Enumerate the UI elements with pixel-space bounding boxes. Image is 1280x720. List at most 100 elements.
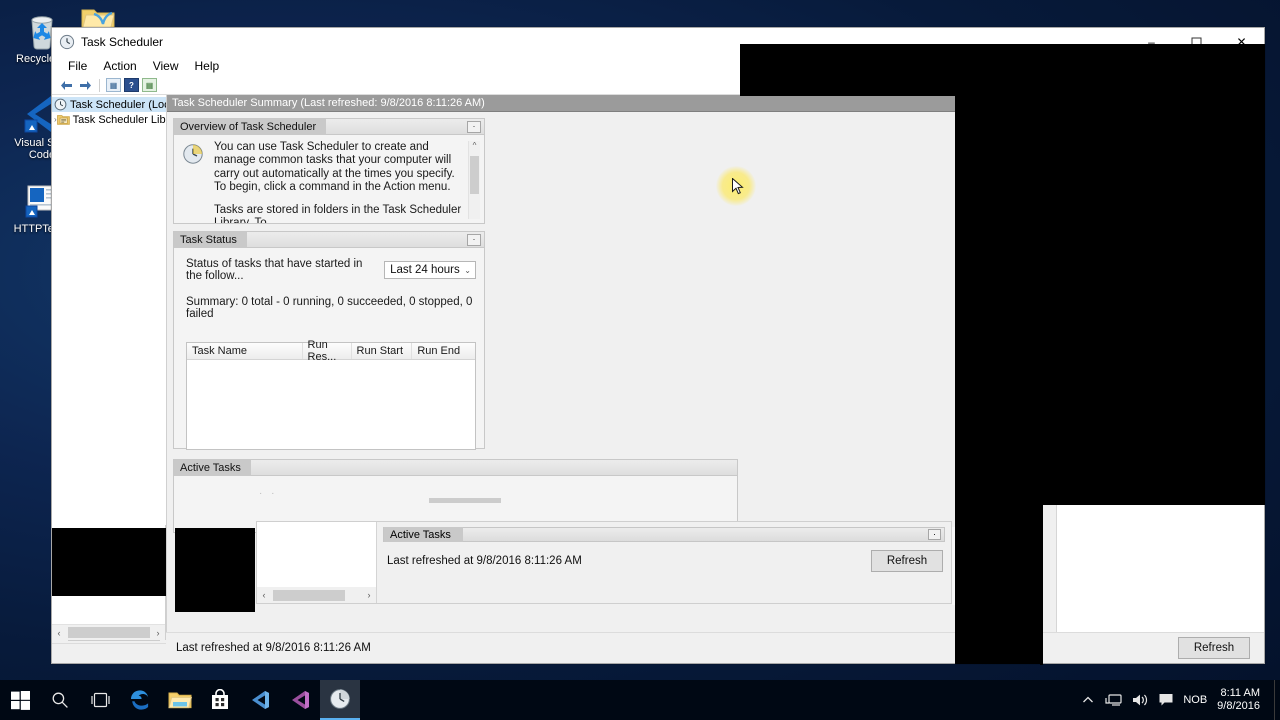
- tree-node-task-scheduler-local[interactable]: Task Scheduler (Local): [52, 97, 166, 112]
- task-view-icon: [91, 692, 110, 708]
- background-active-tasks-collapse-button[interactable]: ·: [928, 529, 941, 540]
- scroll-thumb[interactable]: [68, 627, 150, 638]
- background-window-horizontal-scrollbar[interactable]: ‹ ›: [52, 624, 165, 640]
- background-active-tasks-header: Active Tasks ·: [383, 527, 945, 542]
- scroll-track[interactable]: [66, 626, 151, 639]
- properties-icon[interactable]: ▦: [106, 78, 121, 92]
- toolbar-separator: [99, 79, 100, 92]
- tree-node-label: Task Scheduler (Local): [70, 99, 166, 111]
- folder-tasks-icon: [57, 113, 70, 126]
- scroll-track[interactable]: [271, 589, 362, 602]
- back-arrow-icon[interactable]: [58, 78, 74, 93]
- store-icon: [210, 689, 230, 711]
- show-desktop-button[interactable]: [1274, 680, 1280, 720]
- column-header-task-name[interactable]: Task Name: [187, 343, 303, 359]
- task-status-panel-body: Status of tasks that have started in the…: [174, 248, 484, 448]
- overview-paragraph-2: Tasks are stored in folders in the Task …: [214, 204, 468, 223]
- scroll-thumb[interactable]: [273, 590, 345, 601]
- active-tasks-panel-header: Active Tasks ·: [174, 460, 737, 476]
- column-header-run-start[interactable]: Run Start: [352, 343, 413, 359]
- search-button[interactable]: [40, 680, 80, 720]
- background-last-refreshed-text: Last refreshed at 9/8/2016 8:11:26 AM: [387, 555, 582, 567]
- summary-header-bar: Task Scheduler Summary (Last refreshed: …: [167, 95, 1056, 112]
- background-active-tasks-pane: Active Tasks · Last refreshed at 9/8/201…: [377, 522, 951, 603]
- edge-icon: [128, 688, 152, 712]
- forward-arrow-icon[interactable]: [77, 78, 93, 93]
- column-header-run-result[interactable]: Run Res...: [303, 343, 352, 359]
- windows-logo-icon: [11, 691, 30, 710]
- action-center-button[interactable]: [1153, 680, 1179, 720]
- task-status-summary: Summary: 0 total - 0 running, 0 succeede…: [186, 296, 476, 320]
- edge-button[interactable]: [120, 680, 160, 720]
- background-active-tasks-title: Active Tasks: [384, 527, 463, 542]
- overview-panel-body: You can use Task Scheduler to create and…: [174, 135, 484, 223]
- task-status-period-select[interactable]: Last 24 hours ⌄: [384, 261, 476, 279]
- start-button[interactable]: [0, 680, 40, 720]
- task-view-button[interactable]: [80, 680, 120, 720]
- file-explorer-button[interactable]: [160, 680, 200, 720]
- clock-icon: [54, 98, 67, 111]
- scroll-right-icon[interactable]: ›: [362, 590, 376, 600]
- status-refresh-button[interactable]: Refresh: [1178, 637, 1250, 659]
- background-refresh-button[interactable]: Refresh: [871, 550, 943, 572]
- scroll-left-icon[interactable]: ‹: [257, 590, 271, 600]
- clock-time: 8:11 AM: [1217, 687, 1260, 700]
- menu-item-help[interactable]: Help: [187, 57, 228, 75]
- visual-studio-purple-icon: [289, 689, 311, 711]
- window-bottom-status-bar: Last refreshed at 9/8/2016 8:11:26 AM Re…: [166, 632, 1264, 663]
- input-language-indicator[interactable]: NOB: [1179, 694, 1217, 706]
- chevron-up-icon: [1082, 694, 1094, 706]
- active-tasks-panel-title: Active Tasks: [174, 460, 251, 476]
- menu-item-view[interactable]: View: [145, 57, 187, 75]
- tree-node-task-scheduler-library[interactable]: › Task Scheduler Libra: [52, 112, 166, 127]
- visual-studio-button[interactable]: [240, 680, 280, 720]
- task-status-filter-row: Status of tasks that have started in the…: [186, 258, 476, 282]
- visual-studio-2-button[interactable]: [280, 680, 320, 720]
- menu-item-action[interactable]: Action: [95, 57, 144, 75]
- occlusion-block-bottom-left: [52, 528, 166, 596]
- search-icon: [51, 691, 69, 709]
- system-tray: NOB 8:11 AM 9/8/2016: [1075, 680, 1280, 720]
- help-icon[interactable]: ?: [124, 78, 139, 92]
- occlusion-line-vertical: [1040, 505, 1043, 665]
- scroll-up-icon[interactable]: ^: [473, 141, 477, 152]
- summary-header-text: Task Scheduler Summary (Last refreshed: …: [172, 97, 485, 109]
- menu-item-file[interactable]: File: [60, 57, 95, 75]
- overview-collapse-button[interactable]: ·: [467, 121, 481, 133]
- show-hidden-icons-button[interactable]: [1075, 680, 1101, 720]
- scroll-right-icon[interactable]: ›: [151, 628, 165, 638]
- task-status-panel-title: Task Status: [174, 232, 247, 248]
- overview-panel-title: Overview of Task Scheduler: [174, 119, 326, 135]
- background-window-active-tasks-frame: ‹ › Active Tasks · Last refreshed at 9/8…: [256, 521, 952, 604]
- overview-text: You can use Task Scheduler to create and…: [214, 141, 468, 219]
- column-header-run-end[interactable]: Run End: [412, 343, 475, 359]
- network-button[interactable]: [1101, 680, 1127, 720]
- status-last-refreshed-text: Last refreshed at 9/8/2016 8:11:26 AM: [176, 642, 371, 654]
- background-list-horizontal-scrollbar[interactable]: ‹ ›: [257, 587, 376, 603]
- task-status-panel-header: Task Status ·: [174, 232, 484, 248]
- scroll-thumb[interactable]: [470, 156, 479, 194]
- window-title-text: Task Scheduler: [81, 35, 163, 49]
- occlusion-block-right-edge: [1040, 504, 1265, 505]
- clock[interactable]: 8:11 AM 9/8/2016: [1217, 687, 1274, 713]
- task-status-collapse-button[interactable]: ·: [467, 234, 481, 246]
- scroll-track[interactable]: [469, 152, 481, 219]
- task-status-table: Task Name Run Res... Run Start Run End: [186, 342, 476, 450]
- occlusion-block-right: [955, 96, 1265, 504]
- background-window-list-pane: ‹ ›: [257, 522, 377, 603]
- volume-button[interactable]: [1127, 680, 1153, 720]
- overview-vertical-scrollbar[interactable]: ^: [468, 141, 480, 219]
- task-scheduler-icon: [59, 34, 75, 50]
- show-hide-console-tree-icon[interactable]: ▦: [142, 78, 157, 92]
- task-status-period-value: Last 24 hours: [390, 264, 460, 276]
- task-scheduler-taskbar-button[interactable]: [320, 680, 360, 720]
- occlusion-block-bottom-left-2: [175, 528, 255, 612]
- clock-icon: [329, 688, 351, 710]
- overview-paragraph-1: You can use Task Scheduler to create and…: [214, 141, 468, 195]
- task-status-panel: Task Status · Status of tasks that have …: [173, 231, 485, 449]
- network-icon: [1105, 692, 1123, 708]
- background-refresh-row: Last refreshed at 9/8/2016 8:11:26 AM Re…: [383, 542, 945, 572]
- microsoft-store-button[interactable]: [200, 680, 240, 720]
- overview-panel: Overview of Task Scheduler ·: [173, 118, 485, 224]
- scroll-left-icon[interactable]: ‹: [52, 628, 66, 638]
